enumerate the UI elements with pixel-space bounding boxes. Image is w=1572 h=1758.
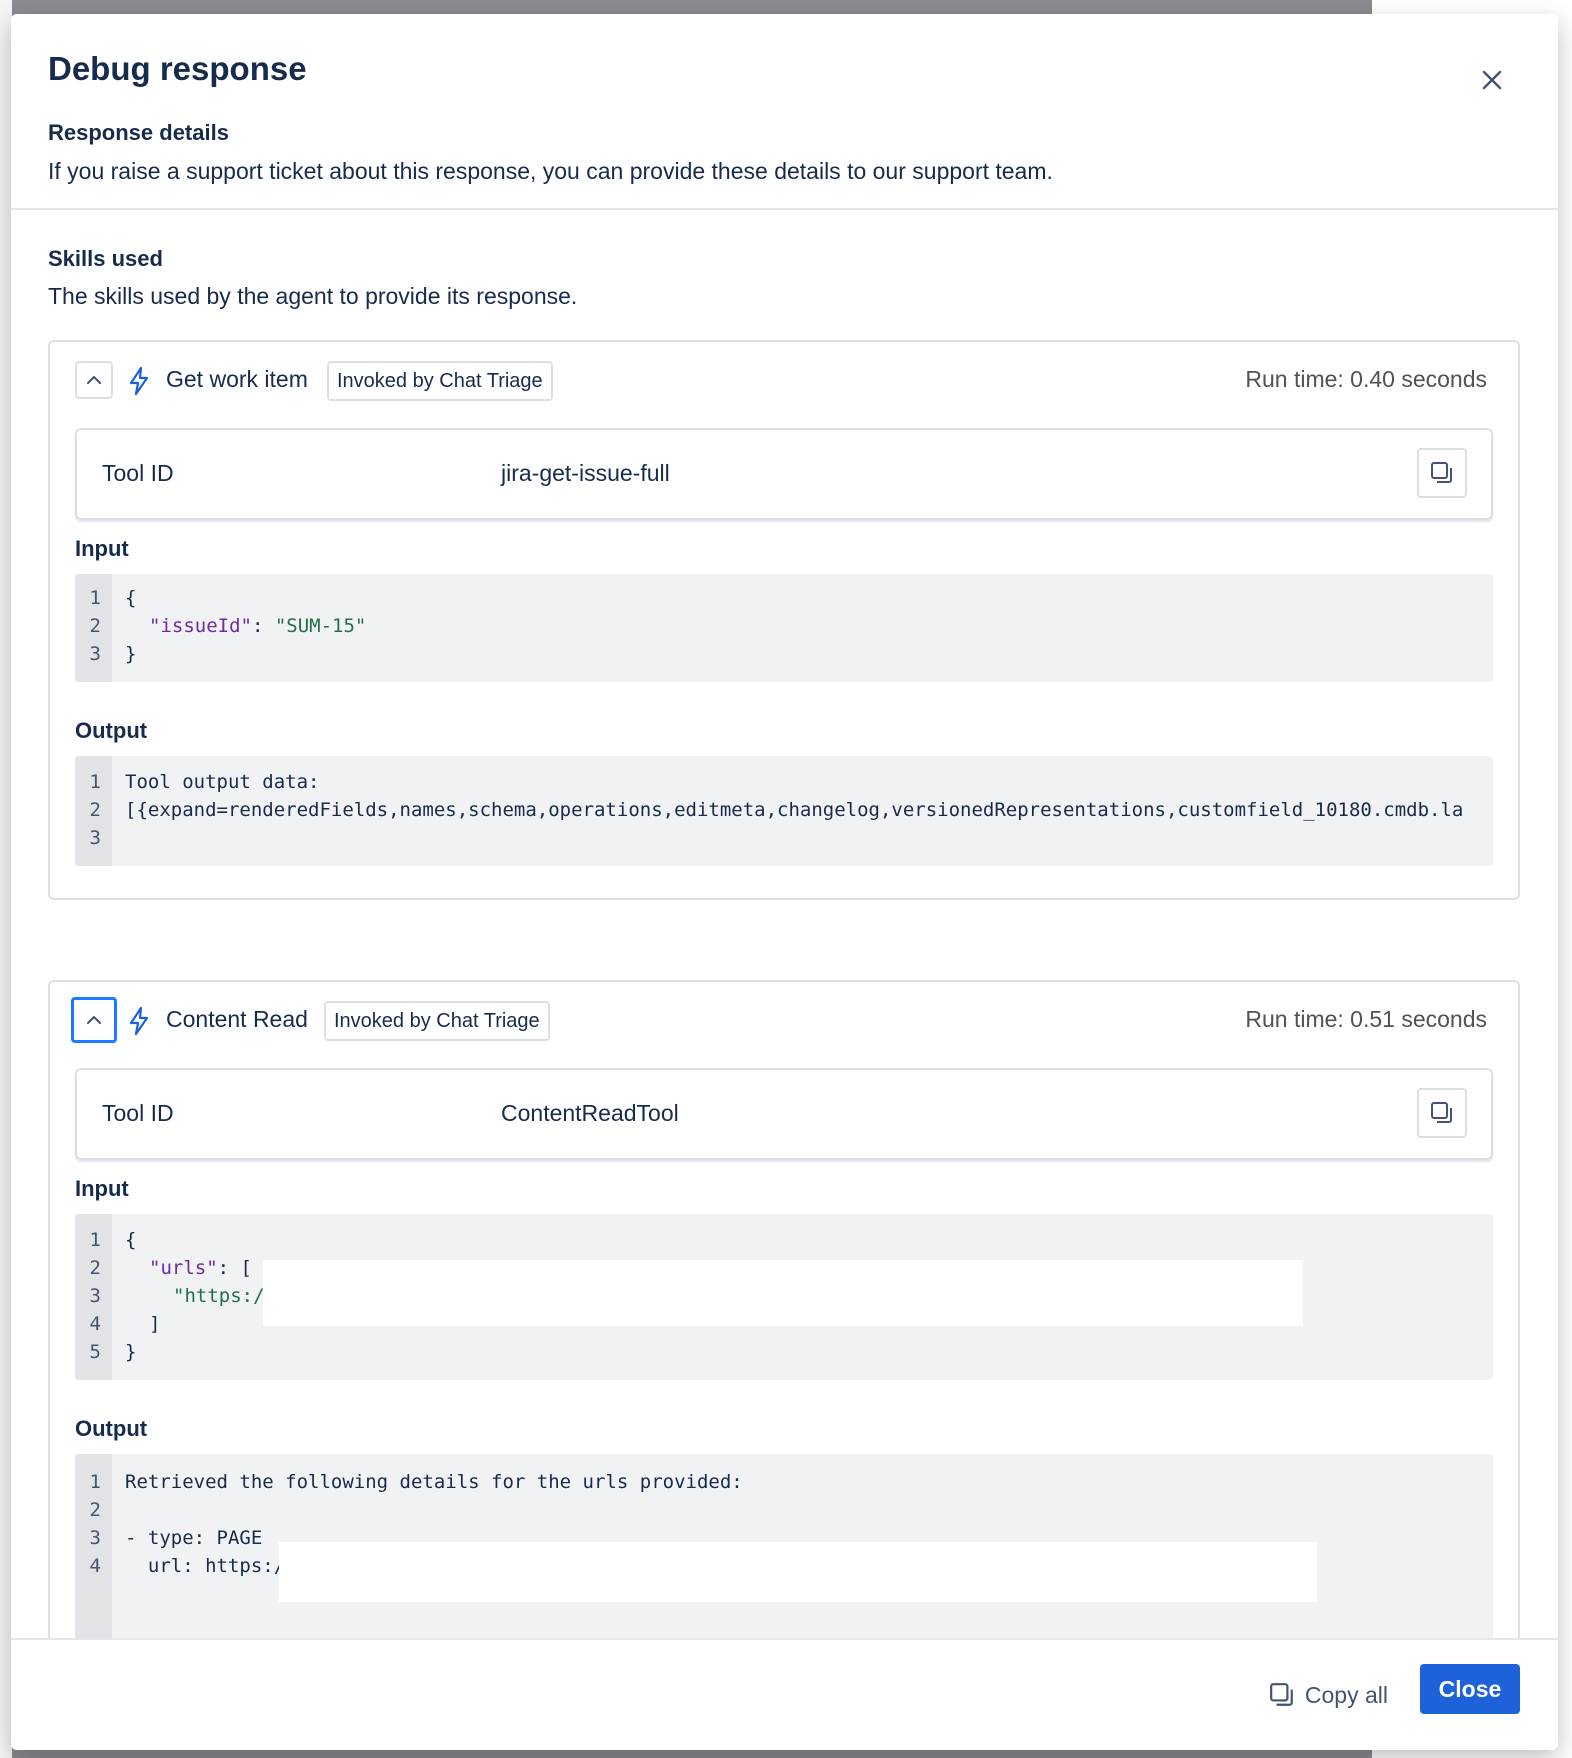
chevron-up-icon	[87, 1016, 101, 1024]
code-colon: :	[251, 615, 275, 637]
copy-icon	[1431, 462, 1452, 483]
tool-id-box: Tool ID jira-get-issue-full	[75, 428, 1493, 520]
dialog-header: Debug response Response details If you r…	[11, 14, 1558, 210]
code-key: "issueId"	[149, 615, 252, 637]
output-label: Output	[75, 1416, 148, 1441]
copy-all-label: Copy all	[1304, 1681, 1388, 1708]
skill-card-get-work-item: Get work item Invoked by Chat Triage Run…	[48, 340, 1520, 900]
tool-id-value: jira-get-issue-full	[501, 460, 670, 486]
skill-name: Get work item	[166, 366, 308, 392]
chevron-up-icon	[87, 376, 101, 384]
skill-header: Content Read Invoked by Chat Triage Run …	[50, 982, 1518, 1062]
dialog-title: Debug response	[48, 50, 307, 87]
input-code-block[interactable]: 1{ 2 "urls": [ 3 "https:/ 4] 5}	[75, 1214, 1493, 1380]
code-line: url: https:/	[125, 1555, 286, 1577]
run-time: Run time: 0.51 seconds	[1245, 1006, 1487, 1032]
collapse-toggle-button[interactable]	[75, 361, 113, 399]
skills-used-description: The skills used by the agent to provide …	[48, 283, 578, 309]
bolt-icon	[129, 1006, 149, 1036]
skill-header: Get work item Invoked by Chat Triage Run…	[50, 342, 1518, 422]
output-code-block[interactable]: 1 Tool output data: 2 [{expand=renderedFie…	[75, 756, 1493, 866]
close-icon[interactable]	[1474, 62, 1510, 98]
copy-icon	[1269, 1683, 1293, 1706]
redacted-region	[279, 1542, 1317, 1602]
copy-tool-id-button[interactable]	[1417, 448, 1467, 498]
debug-response-dialog: Debug response Response details If you r…	[11, 14, 1558, 1750]
skill-card-content-read: Content Read Invoked by Chat Triage Run …	[48, 980, 1520, 1638]
line-number: 3	[89, 643, 101, 665]
code-line: }	[125, 1341, 137, 1363]
close-button[interactable]: Close	[1420, 1664, 1520, 1714]
skill-name: Content Read	[166, 1006, 308, 1032]
input-code-block[interactable]: 1{ 2 "issueId": "SUM-15" 3}	[75, 574, 1493, 682]
tool-id-box: Tool ID ContentReadTool	[75, 1068, 1493, 1160]
code-key: "urls"	[149, 1257, 218, 1279]
response-details-description: If you raise a support ticket about this…	[48, 158, 1053, 184]
copy-tool-id-button[interactable]	[1417, 1088, 1467, 1138]
code-line: }	[125, 643, 137, 665]
code-string: "SUM-15"	[274, 615, 367, 637]
invoked-by-badge: Invoked by Chat Triage	[327, 361, 553, 401]
output-code-block[interactable]: 1 Retrieved the following details for the…	[75, 1454, 1493, 1638]
tool-id-value: ContentReadTool	[501, 1100, 679, 1126]
collapse-toggle-button[interactable]	[71, 997, 117, 1043]
invoked-by-badge: Invoked by Chat Triage	[324, 1001, 550, 1041]
response-details-heading: Response details	[48, 120, 229, 145]
tool-id-label: Tool ID	[102, 1100, 174, 1126]
tool-id-label: Tool ID	[102, 460, 174, 486]
line-number: 4	[89, 1555, 101, 1577]
dialog-scroll-body[interactable]: Skills used The skills used by the agent…	[11, 210, 1558, 1638]
skills-used-heading: Skills used	[48, 246, 163, 271]
line-number: 5	[89, 1341, 101, 1363]
output-label: Output	[75, 718, 148, 743]
bolt-icon	[129, 366, 149, 396]
dialog-footer: Copy all Close	[11, 1638, 1558, 1750]
input-label: Input	[75, 536, 129, 561]
code-bracket: : [	[217, 1257, 252, 1279]
line-number: 3	[89, 827, 101, 849]
input-label: Input	[75, 1176, 129, 1201]
redacted-region	[263, 1260, 1303, 1326]
copy-all-button[interactable]: Copy all	[1269, 1670, 1388, 1720]
copy-icon	[1431, 1102, 1452, 1123]
run-time: Run time: 0.40 seconds	[1245, 366, 1487, 392]
